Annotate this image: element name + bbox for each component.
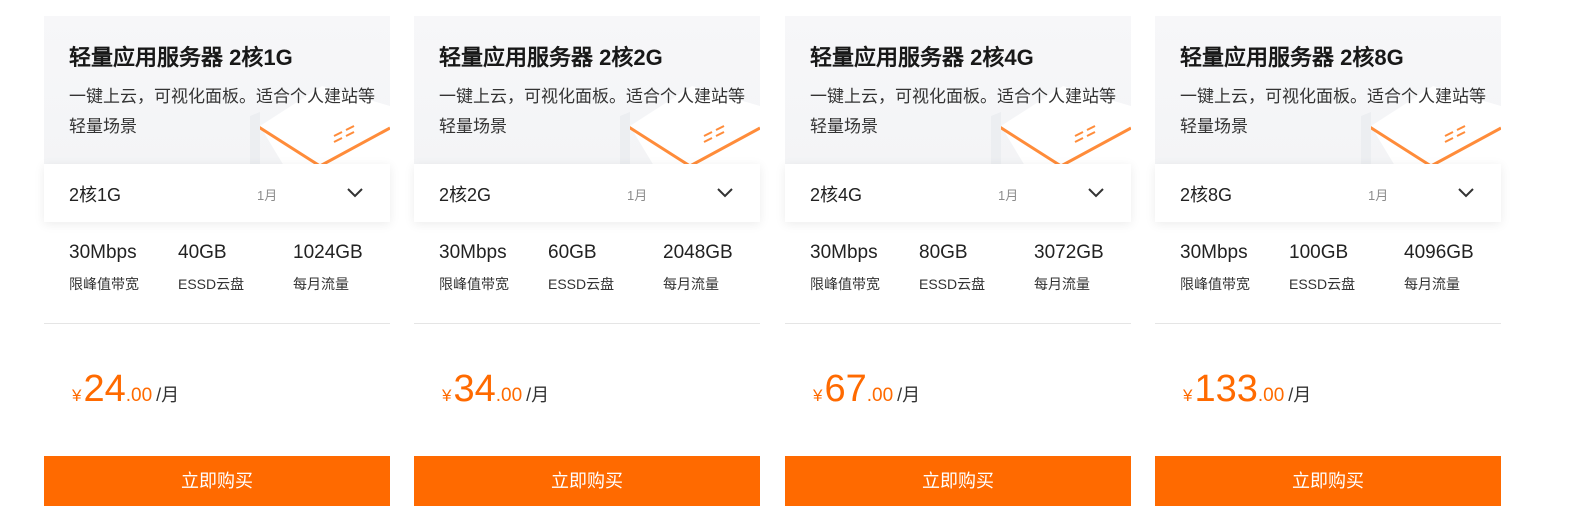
price: ¥133.00/月 bbox=[1183, 368, 1311, 411]
card-title: 轻量应用服务器 2核8G bbox=[1180, 45, 1404, 70]
card-header: 轻量应用服务器 2核1G 一键上云，可视化面板。适合个人建站等轻量场景 bbox=[44, 16, 390, 176]
price-unit: /月 bbox=[526, 385, 550, 405]
product-card: 轻量应用服务器 2核8G 一键上云，可视化面板。适合个人建站等轻量场景 2核8G… bbox=[1155, 16, 1501, 506]
price-decimal: .00 bbox=[125, 385, 153, 406]
spec-label: ESSD云盘 bbox=[178, 276, 245, 292]
spec-disk: 100GB ESSD云盘 bbox=[1289, 242, 1355, 294]
spec-label: 每月流量 bbox=[663, 276, 719, 292]
spec-label: 限峰值带宽 bbox=[439, 276, 509, 292]
price-integer: 133 bbox=[1194, 368, 1258, 410]
config-select[interactable]: 2核4G 1月 bbox=[785, 164, 1131, 222]
spec-bandwidth: 30Mbps 限峰值带宽 bbox=[810, 242, 880, 294]
spec-value: 80GB bbox=[919, 242, 968, 263]
buy-button[interactable]: 立即购买 bbox=[414, 456, 760, 506]
card-description: 一键上云，可视化面板。适合个人建站等轻量场景 bbox=[810, 87, 1116, 136]
product-card: 轻量应用服务器 2核1G 一键上云，可视化面板。适合个人建站等轻量场景 2核1G… bbox=[44, 16, 390, 506]
spec-value: 100GB bbox=[1289, 242, 1349, 263]
spec-label: ESSD云盘 bbox=[919, 276, 986, 292]
spec-traffic: 1024GB 每月流量 bbox=[293, 242, 363, 294]
config-select[interactable]: 2核2G 1月 bbox=[414, 164, 760, 222]
price-unit: /月 bbox=[156, 385, 180, 405]
chevron-down-icon[interactable] bbox=[346, 185, 364, 199]
spec-label: 每月流量 bbox=[293, 276, 349, 292]
spec-value: 4096GB bbox=[1404, 242, 1474, 263]
product-card: 轻量应用服务器 2核2G 一键上云，可视化面板。适合个人建站等轻量场景 2核2G… bbox=[414, 16, 760, 506]
price-integer: 34 bbox=[453, 368, 496, 410]
price-integer: 67 bbox=[824, 368, 867, 410]
divider bbox=[1155, 323, 1501, 324]
chevron-down-icon[interactable] bbox=[1457, 185, 1475, 199]
spec-value: 30Mbps bbox=[439, 242, 507, 263]
spec-value: 3072GB bbox=[1034, 242, 1104, 263]
spec-label: 限峰值带宽 bbox=[69, 276, 139, 292]
spec-disk: 80GB ESSD云盘 bbox=[919, 242, 985, 294]
spec-label: ESSD云盘 bbox=[1289, 276, 1356, 292]
config-select[interactable]: 2核1G 1月 bbox=[44, 164, 390, 222]
divider bbox=[414, 323, 760, 324]
price: ¥67.00/月 bbox=[813, 368, 920, 411]
spec-label: 限峰值带宽 bbox=[1180, 276, 1250, 292]
divider bbox=[44, 323, 390, 324]
period-label: 1月 bbox=[998, 188, 1019, 203]
spec-label: 每月流量 bbox=[1404, 276, 1460, 292]
spec-disk: 40GB ESSD云盘 bbox=[178, 242, 244, 294]
spec-value: 30Mbps bbox=[1180, 242, 1248, 263]
price-currency: ¥ bbox=[72, 386, 82, 405]
price-currency: ¥ bbox=[1183, 386, 1193, 405]
price-decimal: .00 bbox=[866, 385, 894, 406]
spec-traffic: 2048GB 每月流量 bbox=[663, 242, 733, 294]
spec-value: 30Mbps bbox=[69, 242, 137, 263]
price-currency: ¥ bbox=[442, 386, 452, 405]
card-description: 一键上云，可视化面板。适合个人建站等轻量场景 bbox=[1180, 87, 1486, 136]
chevron-down-icon[interactable] bbox=[716, 185, 734, 199]
product-card: 轻量应用服务器 2核4G 一键上云，可视化面板。适合个人建站等轻量场景 2核4G… bbox=[785, 16, 1131, 506]
chevron-down-icon[interactable] bbox=[1087, 185, 1105, 199]
card-header: 轻量应用服务器 2核2G 一键上云，可视化面板。适合个人建站等轻量场景 bbox=[414, 16, 760, 176]
spec-disk: 60GB ESSD云盘 bbox=[548, 242, 614, 294]
spec-traffic: 3072GB 每月流量 bbox=[1034, 242, 1104, 294]
spec-value: 40GB bbox=[178, 242, 227, 263]
buy-button[interactable]: 立即购买 bbox=[44, 456, 390, 506]
period-label: 1月 bbox=[627, 188, 648, 203]
card-title: 轻量应用服务器 2核1G bbox=[69, 45, 293, 70]
card-header: 轻量应用服务器 2核8G 一键上云，可视化面板。适合个人建站等轻量场景 bbox=[1155, 16, 1501, 176]
price-currency: ¥ bbox=[813, 386, 823, 405]
spec-label: 限峰值带宽 bbox=[810, 276, 880, 292]
price-integer: 24 bbox=[83, 368, 126, 410]
price-unit: /月 bbox=[897, 385, 921, 405]
price-unit: /月 bbox=[1288, 385, 1312, 405]
card-title: 轻量应用服务器 2核2G bbox=[439, 45, 663, 70]
spec-value: 1024GB bbox=[293, 242, 363, 263]
config-value: 2核2G bbox=[439, 185, 492, 205]
divider bbox=[785, 323, 1131, 324]
spec-label: ESSD云盘 bbox=[548, 276, 615, 292]
config-value: 2核1G bbox=[69, 185, 122, 205]
spec-bandwidth: 30Mbps 限峰值带宽 bbox=[1180, 242, 1250, 294]
price: ¥34.00/月 bbox=[442, 368, 549, 411]
spec-bandwidth: 30Mbps 限峰值带宽 bbox=[439, 242, 509, 294]
price-decimal: .00 bbox=[1257, 385, 1285, 406]
spec-label: 每月流量 bbox=[1034, 276, 1090, 292]
card-header: 轻量应用服务器 2核4G 一键上云，可视化面板。适合个人建站等轻量场景 bbox=[785, 16, 1131, 176]
spec-value: 30Mbps bbox=[810, 242, 878, 263]
period-label: 1月 bbox=[1368, 188, 1389, 203]
buy-button[interactable]: 立即购买 bbox=[1155, 456, 1501, 506]
spec-value: 2048GB bbox=[663, 242, 733, 263]
spec-bandwidth: 30Mbps 限峰值带宽 bbox=[69, 242, 139, 294]
buy-button[interactable]: 立即购买 bbox=[785, 456, 1131, 506]
config-value: 2核8G bbox=[1180, 185, 1233, 205]
config-select[interactable]: 2核8G 1月 bbox=[1155, 164, 1501, 222]
card-description: 一键上云，可视化面板。适合个人建站等轻量场景 bbox=[69, 87, 375, 136]
product-card-list: 轻量应用服务器 2核1G 一键上云，可视化面板。适合个人建站等轻量场景 2核1G… bbox=[0, 0, 1588, 522]
card-title: 轻量应用服务器 2核4G bbox=[810, 45, 1034, 70]
card-description: 一键上云，可视化面板。适合个人建站等轻量场景 bbox=[439, 87, 745, 136]
price: ¥24.00/月 bbox=[72, 368, 179, 411]
spec-traffic: 4096GB 每月流量 bbox=[1404, 242, 1474, 294]
spec-value: 60GB bbox=[548, 242, 597, 263]
config-value: 2核4G bbox=[810, 185, 863, 205]
period-label: 1月 bbox=[257, 188, 278, 203]
price-decimal: .00 bbox=[495, 385, 523, 406]
